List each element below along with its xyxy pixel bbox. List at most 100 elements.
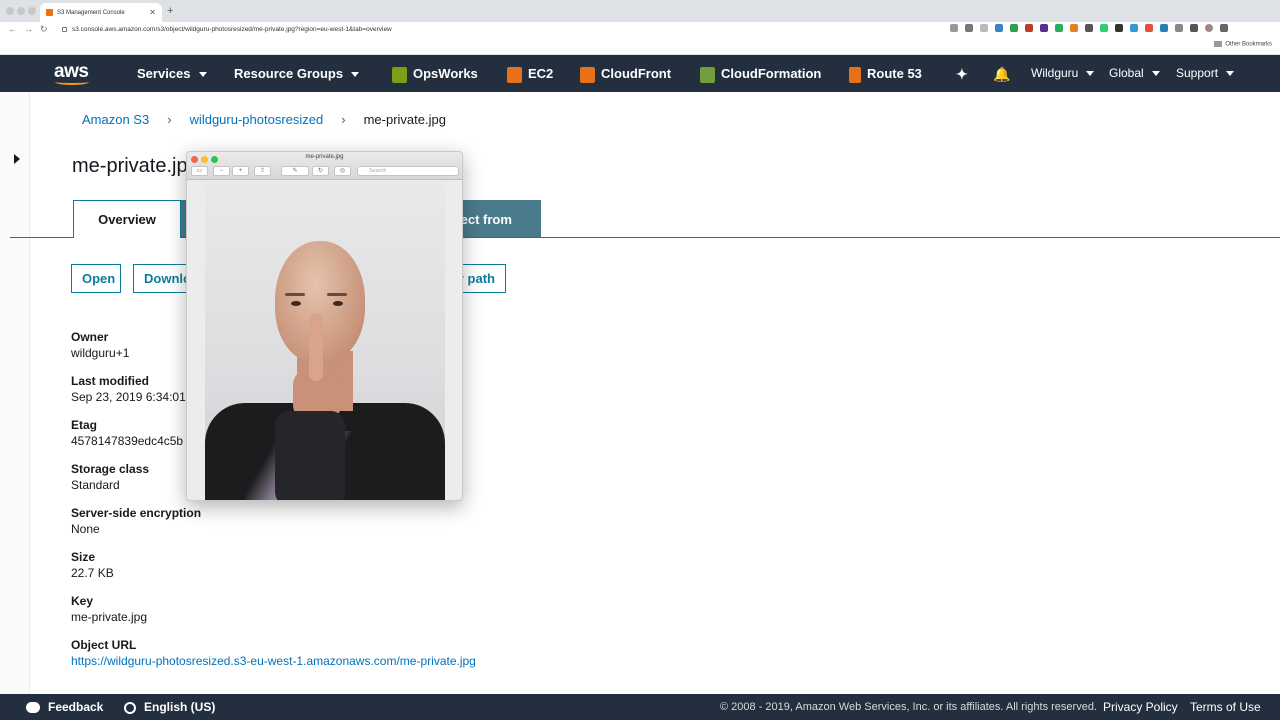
size-label: Size xyxy=(71,550,96,564)
window-close-dot[interactable] xyxy=(6,7,14,15)
sidebar-view-icon[interactable]: ▭ xyxy=(191,166,208,176)
account-menu[interactable]: Wildguru xyxy=(1031,66,1095,80)
tab-close-icon[interactable]: ✕ xyxy=(149,8,156,17)
extension-icon[interactable] xyxy=(1130,24,1138,32)
storage-class-value: Standard xyxy=(71,478,120,492)
forward-icon[interactable]: → xyxy=(24,24,33,34)
language-label: English (US) xyxy=(144,700,216,714)
extension-icon[interactable] xyxy=(1085,24,1093,32)
cloudfront-shortcut[interactable]: CloudFront xyxy=(580,66,671,83)
preview-titlebar[interactable]: me-private.jpg ▭ − + ⇪ ✎ ↻ ◎ Search xyxy=(187,152,462,180)
extension-icon[interactable] xyxy=(1040,24,1048,32)
other-bookmarks-label: Other Bookmarks xyxy=(1225,41,1272,48)
route53-shortcut[interactable]: Route 53 xyxy=(849,66,922,83)
chevron-down-icon xyxy=(1226,71,1235,77)
extension-icon[interactable] xyxy=(1190,24,1198,32)
aws-top-nav: aws Services Resource Groups OpsWorks EC… xyxy=(0,55,1280,92)
aws-favicon-icon xyxy=(46,9,53,16)
resource-groups-label: Resource Groups xyxy=(234,66,344,81)
zoom-out-icon[interactable]: − xyxy=(213,166,230,176)
extension-icon[interactable] xyxy=(1115,24,1123,32)
resource-groups-menu[interactable]: Resource Groups xyxy=(234,66,360,81)
breadcrumb: Amazon S3 › wildguru-photosresized › me-… xyxy=(82,112,446,127)
region-menu[interactable]: Global xyxy=(1109,66,1160,80)
breadcrumb-separator-icon: › xyxy=(341,112,346,127)
breadcrumb-bucket[interactable]: wildguru-photosresized xyxy=(190,112,324,127)
feedback-label: Feedback xyxy=(48,700,104,714)
preview-photo xyxy=(205,181,445,500)
services-menu[interactable]: Services xyxy=(137,66,207,81)
extension-icon[interactable] xyxy=(1100,24,1108,32)
encryption-label: Server-side encryption xyxy=(71,506,202,520)
menu-icon[interactable] xyxy=(1220,24,1228,32)
breadcrumb-amazon-s3[interactable]: Amazon S3 xyxy=(82,112,149,127)
footer: Feedback English (US) © 2008 - 2019, Ama… xyxy=(0,694,1280,720)
feedback-link[interactable]: Feedback xyxy=(26,700,103,714)
image-preview-window[interactable]: me-private.jpg ▭ − + ⇪ ✎ ↻ ◎ Search xyxy=(186,151,463,501)
photo-eye-right xyxy=(333,301,343,306)
route53-icon xyxy=(849,66,861,83)
preview-search-field[interactable]: Search xyxy=(357,166,459,176)
support-menu[interactable]: Support xyxy=(1176,66,1235,80)
chevron-down-icon xyxy=(198,72,207,78)
extension-icon[interactable] xyxy=(1175,24,1183,32)
star-icon[interactable] xyxy=(965,24,973,32)
extension-icon[interactable] xyxy=(995,24,1003,32)
extension-icon[interactable] xyxy=(980,24,988,32)
other-bookmarks[interactable]: Other Bookmarks xyxy=(1214,41,1272,48)
opsworks-label: OpsWorks xyxy=(413,66,478,81)
tab-select-from[interactable]: lect from xyxy=(457,212,512,227)
reload-icon[interactable]: ↻ xyxy=(40,24,48,35)
opsworks-shortcut[interactable]: OpsWorks xyxy=(392,66,478,83)
extension-icon[interactable] xyxy=(1145,24,1153,32)
property-etag: Etag 4578147839edc4c5b xyxy=(71,418,183,448)
object-url-link[interactable]: https://wildguru-photosresized.s3-eu-wes… xyxy=(71,654,476,668)
cloudformation-shortcut[interactable]: CloudFormation xyxy=(700,66,821,83)
extension-icon[interactable] xyxy=(1055,24,1063,32)
terms-of-use-link[interactable]: Terms of Use xyxy=(1190,700,1261,714)
back-icon[interactable]: ← xyxy=(8,24,17,34)
tab-title: S3 Management Console xyxy=(57,9,125,16)
language-selector[interactable]: English (US) xyxy=(124,700,215,714)
extension-icon[interactable] xyxy=(1160,24,1168,32)
new-tab-icon[interactable]: + xyxy=(167,5,173,17)
download-button[interactable]: Downlo xyxy=(133,264,193,293)
chevron-down-icon xyxy=(1086,71,1095,77)
extension-icon[interactable] xyxy=(1070,24,1078,32)
photo-brow-right xyxy=(327,293,347,296)
markup-pen-icon[interactable]: ✎ xyxy=(281,166,309,176)
region-label: Global xyxy=(1109,66,1144,80)
property-storage-class: Storage class Standard xyxy=(71,462,149,492)
chevron-down-icon xyxy=(351,72,360,78)
extension-icon[interactable] xyxy=(1010,24,1018,32)
account-label: Wildguru xyxy=(1031,66,1079,80)
open-button[interactable]: Open xyxy=(71,264,121,293)
etag-label: Etag xyxy=(71,418,98,432)
aws-logo-smile xyxy=(55,79,89,85)
last-modified-value: Sep 23, 2019 6:34:01 xyxy=(71,390,186,404)
ec2-shortcut[interactable]: EC2 xyxy=(507,66,553,83)
browser-tab[interactable]: S3 Management Console ✕ xyxy=(40,3,162,22)
property-object-url: Object URL https://wildguru-photosresize… xyxy=(71,638,476,668)
bell-icon[interactable]: 🔔 xyxy=(993,66,1010,83)
window-minimize-dot[interactable] xyxy=(17,7,25,15)
zoom-in-icon[interactable]: + xyxy=(232,166,249,176)
page-title: me-private.jp xyxy=(72,155,188,177)
privacy-policy-link[interactable]: Privacy Policy xyxy=(1103,700,1178,714)
profile-avatar[interactable] xyxy=(1205,24,1213,32)
tab-overview[interactable]: Overview xyxy=(73,200,181,238)
photo-brow-left xyxy=(285,293,305,296)
zoom-icon[interactable] xyxy=(950,24,958,32)
gmail-icon[interactable] xyxy=(1025,24,1033,32)
markup-toolbar-icon[interactable]: ◎ xyxy=(334,166,351,176)
pin-icon[interactable]: ✦ xyxy=(956,66,968,83)
sidebar-toggle[interactable] xyxy=(0,92,30,694)
share-icon[interactable]: ⇪ xyxy=(254,166,271,176)
property-last-modified: Last modified Sep 23, 2019 6:34:01 xyxy=(71,374,186,404)
window-zoom-dot[interactable] xyxy=(28,7,36,15)
rotate-icon[interactable]: ↻ xyxy=(312,166,329,176)
photo-eye-left xyxy=(291,301,301,306)
breadcrumb-separator-icon: › xyxy=(167,112,172,127)
cloudfront-label: CloudFront xyxy=(601,66,672,81)
url-field[interactable]: s3.console.aws.amazon.com/s3/object/wild… xyxy=(60,24,990,36)
